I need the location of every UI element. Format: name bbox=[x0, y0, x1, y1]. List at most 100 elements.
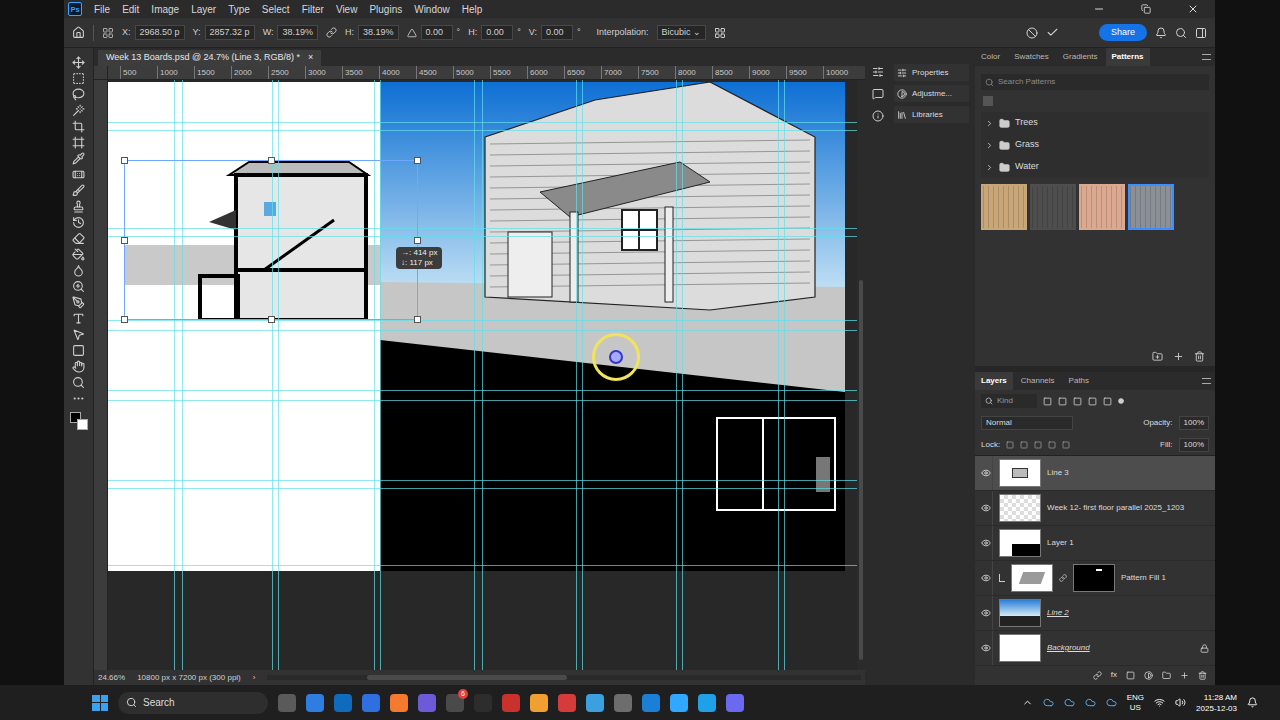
taskbar-app[interactable] bbox=[726, 694, 744, 712]
home-icon[interactable] bbox=[72, 26, 85, 39]
guide-line[interactable] bbox=[278, 80, 279, 670]
panel-tab[interactable]: Patterns bbox=[1106, 48, 1150, 66]
lock-option-icon[interactable] bbox=[1020, 441, 1028, 449]
pattern-swatch[interactable] bbox=[981, 184, 1027, 230]
delete-layer-icon[interactable] bbox=[1198, 671, 1207, 680]
fill-field[interactable]: 100% bbox=[1179, 438, 1209, 452]
guide-line[interactable] bbox=[108, 390, 857, 391]
start-button[interactable] bbox=[92, 695, 108, 711]
delete-icon[interactable] bbox=[1194, 351, 1205, 362]
tool-icon[interactable] bbox=[72, 248, 85, 261]
commit-icon[interactable] bbox=[1046, 26, 1059, 39]
guide-line[interactable] bbox=[108, 228, 857, 229]
taskbar-app[interactable] bbox=[558, 694, 576, 712]
layer-row[interactable]: Background bbox=[975, 631, 1215, 666]
guide-line[interactable] bbox=[374, 80, 375, 670]
guide-line[interactable] bbox=[778, 80, 779, 670]
pattern-swatch[interactable] bbox=[1079, 184, 1125, 230]
notifications-icon[interactable] bbox=[1247, 697, 1258, 708]
cancel-icon[interactable] bbox=[1026, 27, 1038, 39]
menu-item[interactable]: Help bbox=[462, 2, 483, 17]
tool-icon[interactable] bbox=[72, 56, 85, 69]
transform-field[interactable]: W:38.19% bbox=[263, 25, 337, 41]
taskbar-app[interactable] bbox=[474, 694, 492, 712]
filter-type-icon[interactable] bbox=[1058, 397, 1067, 406]
filter-type-icon[interactable] bbox=[1073, 397, 1082, 406]
transform-handle[interactable] bbox=[414, 237, 421, 244]
guide-line[interactable] bbox=[784, 80, 785, 670]
collapsed-panel-button[interactable]: Properties bbox=[894, 64, 969, 81]
panel-tab[interactable]: Paths bbox=[1063, 372, 1095, 390]
document-tab[interactable]: Week 13 Boards.psd @ 24.7% (Line 3, RGB/… bbox=[98, 50, 321, 66]
minimize-icon[interactable] bbox=[1093, 3, 1105, 15]
guide-line[interactable] bbox=[682, 80, 683, 670]
status-menu[interactable]: › bbox=[253, 672, 256, 684]
tool-icon[interactable] bbox=[72, 200, 85, 213]
visibility-icon[interactable] bbox=[981, 608, 991, 618]
expand-icon[interactable] bbox=[985, 141, 994, 150]
guide-line[interactable] bbox=[380, 80, 381, 670]
taskbar-app[interactable] bbox=[306, 694, 324, 712]
transform-handle[interactable] bbox=[268, 157, 275, 164]
tool-icon[interactable] bbox=[72, 312, 85, 325]
clock[interactable]: 11:28 AM2025-12-03 bbox=[1196, 692, 1237, 714]
taskbar-app[interactable] bbox=[530, 694, 548, 712]
transform-handle[interactable] bbox=[268, 316, 275, 323]
taskbar-search[interactable]: Search bbox=[118, 692, 268, 714]
transform-handle[interactable] bbox=[414, 157, 421, 164]
transform-field[interactable]: H:38.19% bbox=[345, 25, 399, 41]
panel-menu-icon[interactable] bbox=[1202, 378, 1211, 384]
opacity-field[interactable]: 100% bbox=[1179, 416, 1209, 430]
transform-handle[interactable] bbox=[121, 157, 128, 164]
new-layer-icon[interactable] bbox=[1180, 671, 1189, 680]
panel-tab[interactable]: Gradients bbox=[1057, 48, 1104, 66]
guide-line[interactable] bbox=[108, 400, 857, 401]
tray-expand-icon[interactable] bbox=[1022, 697, 1033, 708]
taskbar-app[interactable] bbox=[614, 694, 632, 712]
menu-item[interactable]: Plugins bbox=[369, 2, 402, 17]
tool-icon[interactable] bbox=[72, 344, 85, 357]
photoshop-logo[interactable]: Ps bbox=[68, 2, 82, 16]
info-icon[interactable] bbox=[872, 110, 884, 122]
vertical-scrollbar[interactable] bbox=[857, 80, 865, 670]
taskbar-app[interactable] bbox=[334, 694, 352, 712]
menu-item[interactable]: Type bbox=[228, 2, 250, 17]
taskbar-app[interactable] bbox=[670, 694, 688, 712]
tab-close-button[interactable]: × bbox=[308, 51, 313, 65]
search-field[interactable]: Search Patterns bbox=[981, 74, 1209, 90]
panel-tab[interactable]: Layers bbox=[975, 372, 1013, 390]
taskbar-app[interactable] bbox=[642, 694, 660, 712]
guide-line[interactable] bbox=[582, 80, 583, 670]
tool-icon[interactable] bbox=[72, 168, 85, 181]
panel-tab[interactable]: Swatches bbox=[1008, 48, 1055, 66]
bell-icon[interactable] bbox=[1155, 27, 1167, 39]
tool-icon[interactable] bbox=[72, 264, 85, 277]
reference-point-icon[interactable] bbox=[102, 27, 114, 39]
canvas[interactable]: →: 414 px↓: 117 px bbox=[108, 80, 857, 670]
transform-box[interactable] bbox=[124, 160, 418, 320]
add-mask-icon[interactable] bbox=[1126, 671, 1135, 680]
zoom-level[interactable]: 24.66% bbox=[98, 672, 125, 684]
visibility-icon[interactable] bbox=[981, 538, 991, 548]
taskbar-app[interactable]: 6 bbox=[446, 694, 464, 712]
guide-line[interactable] bbox=[482, 80, 483, 670]
menu-item[interactable]: View bbox=[336, 2, 358, 17]
guide-line[interactable] bbox=[272, 80, 273, 670]
taskbar-app[interactable] bbox=[390, 694, 408, 712]
new-group-icon[interactable] bbox=[1162, 671, 1171, 680]
warp-icon[interactable] bbox=[714, 27, 726, 39]
transform-handle[interactable] bbox=[414, 316, 421, 323]
cloud-icon[interactable] bbox=[1085, 697, 1096, 708]
close-icon[interactable] bbox=[1187, 3, 1199, 15]
taskbar-app[interactable] bbox=[698, 694, 716, 712]
guide-line[interactable] bbox=[108, 480, 857, 481]
cloud-icon[interactable] bbox=[1064, 697, 1075, 708]
pattern-folder[interactable]: Water bbox=[981, 156, 1209, 178]
guide-line[interactable] bbox=[576, 80, 577, 670]
menu-item[interactable]: Image bbox=[151, 2, 179, 17]
guide-line[interactable] bbox=[108, 565, 857, 566]
guide-line[interactable] bbox=[108, 488, 857, 489]
tool-icon[interactable] bbox=[72, 136, 85, 149]
cloud-icon[interactable] bbox=[1043, 697, 1054, 708]
transform-handle[interactable] bbox=[121, 316, 128, 323]
